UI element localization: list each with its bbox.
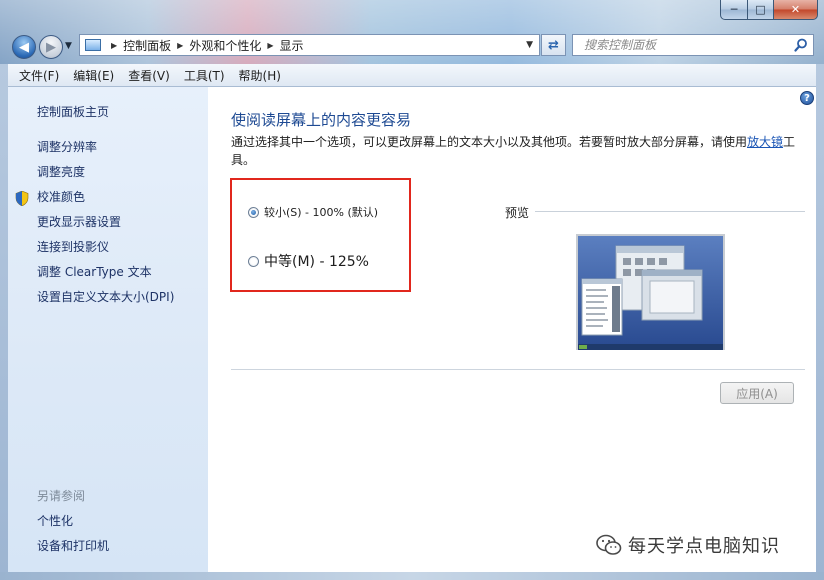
watermark: 每天学点电脑知识 bbox=[596, 532, 780, 558]
breadcrumb-display[interactable]: 显示 bbox=[280, 37, 304, 54]
sidebar-link-resolution[interactable]: 调整分辨率 bbox=[37, 138, 97, 155]
sidebar-link-projector[interactable]: 连接到投影仪 bbox=[37, 238, 109, 255]
help-icon[interactable]: ? bbox=[800, 91, 814, 105]
option-medium[interactable]: 中等(M) - 125% bbox=[248, 251, 369, 271]
close-button[interactable]: ✕ bbox=[774, 0, 818, 20]
see-also-heading: 另请参阅 bbox=[37, 489, 86, 503]
radio-smaller[interactable] bbox=[248, 206, 259, 218]
window-frame-right bbox=[816, 64, 824, 572]
breadcrumb-separator-icon[interactable]: ▶ bbox=[111, 41, 117, 50]
task-pane: 控制面板主页 调整分辨率 调整亮度 校准颜色 更改显示器设置 连接到投影仪 调整… bbox=[8, 87, 208, 572]
maximize-button[interactable]: □ bbox=[748, 0, 774, 20]
sidebar-link-cleartype[interactable]: 调整 ClearType 文本 bbox=[37, 263, 152, 280]
address-bar[interactable]: ▶ 控制面板 ▶ 外观和个性化 ▶ 显示 ▼ bbox=[79, 34, 540, 56]
menu-help[interactable]: 帮助(H) bbox=[232, 67, 288, 84]
description-text: 通过选择其中一个选项，可以更改屏幕上的文本大小以及其他项。若要暂时放大部分屏幕，… bbox=[231, 135, 748, 149]
back-button[interactable]: ◀ bbox=[12, 35, 36, 59]
menu-view[interactable]: 查看(V) bbox=[121, 67, 177, 84]
window-frame-left bbox=[0, 64, 8, 572]
main-content: ? 使阅读屏幕上的内容更容易 通过选择其中一个选项，可以更改屏幕上的文本大小以及… bbox=[208, 87, 816, 572]
radio-medium[interactable] bbox=[248, 255, 259, 267]
breadcrumb-separator-icon[interactable]: ▶ bbox=[267, 41, 273, 50]
sidebar-link-display-settings[interactable]: 更改显示器设置 bbox=[37, 213, 121, 230]
page-description: 通过选择其中一个选项，可以更改屏幕上的文本大小以及其他项。若要暂时放大部分屏幕，… bbox=[231, 133, 801, 169]
menu-tools[interactable]: 工具(T) bbox=[177, 67, 232, 84]
refresh-button[interactable]: ⇄ bbox=[541, 34, 566, 56]
search-icon[interactable] bbox=[794, 38, 808, 52]
search-box[interactable] bbox=[572, 34, 814, 56]
breadcrumb-appearance[interactable]: 外观和个性化 bbox=[189, 37, 261, 54]
breadcrumb-control-panel[interactable]: 控制面板 bbox=[123, 37, 171, 54]
sidebar-link-custom-dpi[interactable]: 设置自定义文本大小(DPI) bbox=[37, 288, 174, 305]
minimize-button[interactable]: ─ bbox=[720, 0, 748, 20]
wechat-logo-icon bbox=[596, 534, 622, 555]
breadcrumb-separator-icon[interactable]: ▶ bbox=[177, 41, 183, 50]
menu-bar: 文件(F) 编辑(E) 查看(V) 工具(T) 帮助(H) bbox=[8, 64, 816, 87]
menu-edit[interactable]: 编辑(E) bbox=[66, 67, 121, 84]
search-input[interactable] bbox=[582, 37, 786, 53]
option-medium-label[interactable]: 中等(M) - 125% bbox=[264, 251, 369, 271]
sidebar-link-calibrate-color[interactable]: 校准颜色 bbox=[37, 188, 85, 205]
uac-shield-icon bbox=[15, 191, 29, 206]
menu-file[interactable]: 文件(F) bbox=[12, 67, 66, 84]
preview-image bbox=[576, 234, 725, 350]
apply-button[interactable]: 应用(A) bbox=[720, 382, 794, 404]
preview-divider bbox=[535, 211, 805, 212]
sidebar-link-devices-printers[interactable]: 设备和打印机 bbox=[37, 537, 109, 554]
sidebar-link-brightness[interactable]: 调整亮度 bbox=[37, 163, 85, 180]
magnifier-link[interactable]: 放大镜 bbox=[747, 135, 783, 149]
highlight-box bbox=[230, 178, 411, 292]
watermark-text: 每天学点电脑知识 bbox=[628, 536, 780, 557]
caption-buttons: ─ □ ✕ bbox=[720, 0, 818, 20]
sidebar-link-control-panel-home[interactable]: 控制面板主页 bbox=[37, 103, 109, 120]
option-smaller-label[interactable]: 较小(S) - 100% (默认) bbox=[264, 204, 378, 220]
forward-button[interactable]: ▶ bbox=[39, 35, 63, 59]
control-panel-icon bbox=[85, 39, 101, 51]
window-frame-bottom bbox=[0, 572, 824, 580]
section-divider bbox=[231, 369, 805, 370]
page-title: 使阅读屏幕上的内容更容易 bbox=[231, 111, 412, 129]
option-smaller[interactable]: 较小(S) - 100% (默认) bbox=[248, 204, 378, 220]
address-dropdown-icon[interactable]: ▼ bbox=[526, 40, 533, 50]
sidebar-link-personalization[interactable]: 个性化 bbox=[37, 512, 73, 529]
recent-pages-dropdown-icon[interactable]: ▼ bbox=[65, 41, 72, 51]
preview-heading: 预览 bbox=[505, 206, 530, 220]
